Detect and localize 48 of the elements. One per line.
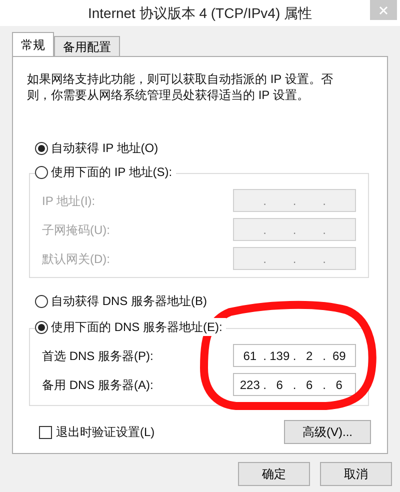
dialog-button[interactable]: 确定 [238,462,310,486]
ip-address-field[interactable]: 223 . 6 . 6 . 6 [233,373,356,396]
field-label: 默认网关(D): [42,250,110,268]
field-label: IP 地址(I): [42,192,96,210]
description-text: 如果网络支持此功能，则可以获取自动指派的 IP 设置。否则，你需要从网络系统管理员处获得适当的 IP 设置。 [27,71,334,103]
radio-label: 自动获得 IP 地址(O) [51,140,158,157]
octet-value: 61 [243,348,257,364]
close-icon [379,6,388,14]
octet-separator: . [292,376,298,394]
octet-separator: . [262,376,268,394]
octet-value: 139 [270,348,290,364]
radio-label: 使用下面的 DNS 服务器地址(E): [51,319,222,336]
octet-separator: . [322,376,327,394]
octet-separator: . [262,222,268,238]
radio-button[interactable] [35,294,48,308]
radio-button[interactable] [35,320,48,334]
octet-separator: . [262,348,268,364]
dialog-button[interactable]: 取消 [320,462,392,486]
octet-value: 6 [306,376,313,394]
radio-label: 自动获得 DNS 服务器地址(B) [51,293,207,310]
octet-separator: . [262,192,268,210]
octet-value: 6 [276,376,283,394]
octet-separator: . [292,250,298,268]
octet-separator: . [292,348,298,364]
checkbox-label: 退出时验证设置(L) [56,424,155,441]
octet-separator: . [322,222,327,238]
tab[interactable]: 备用配置 [54,36,120,56]
octet-value: 69 [332,348,346,364]
advanced-button[interactable]: 高级(V)... [284,420,371,444]
radio-button[interactable] [35,166,48,178]
octet-separator: . [322,250,327,268]
octet-separator: . [292,222,298,238]
octet-separator: . [262,250,268,268]
octet-separator: . [322,348,327,364]
octet-separator: . [292,192,298,210]
ip-address-field[interactable]: 61 . 139 . 2 . 69 [233,344,356,367]
window-title: Internet 协议版本 4 (TCP/IPv4) 属性 [88,4,312,23]
radio-button[interactable] [35,142,48,154]
octet-value: 223 [240,376,260,394]
tab[interactable]: 常规 [12,32,54,56]
checkbox[interactable] [39,426,52,438]
octet-separator: . [322,192,327,210]
field-label: 首选 DNS 服务器(P): [42,348,154,364]
field-label: 子网掩码(U): [42,222,110,238]
octet-value: 6 [336,376,342,394]
field-label: 备用 DNS 服务器(A): [42,376,154,394]
octet-value: 2 [306,348,313,364]
radio-label: 使用下面的 IP 地址(S): [51,164,172,181]
